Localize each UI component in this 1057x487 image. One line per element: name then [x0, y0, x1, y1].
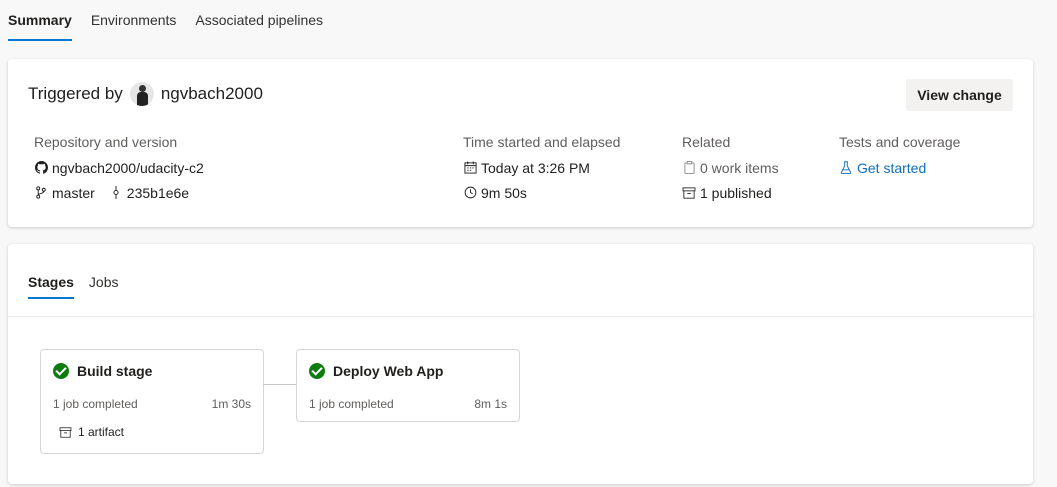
tests-section: Tests and coverage Get started [839, 134, 960, 184]
stage-build[interactable]: Build stage 1 job completed 1m 30s 1 art… [40, 349, 264, 454]
repository-name: ngvbach2000/udacity-c2 [52, 159, 204, 176]
work-items-count: 0 work items [700, 159, 779, 176]
view-change-button[interactable]: View change [906, 79, 1013, 111]
started-time: Today at 3:26 PM [481, 159, 590, 176]
success-check-icon [53, 363, 69, 379]
avatar[interactable] [129, 82, 154, 106]
branch-icon [34, 186, 48, 200]
tab-summary[interactable]: Summary [8, 0, 72, 42]
tab-associated-pipelines[interactable]: Associated pipelines [195, 0, 323, 42]
stage-deploy-web-app[interactable]: Deploy Web App 1 job completed 8m 1s [296, 349, 520, 422]
commit-id[interactable]: 235b1e6e [127, 185, 189, 201]
repository-header: Repository and version [34, 134, 178, 150]
stage-title: Build stage [53, 363, 152, 379]
flask-icon [839, 161, 853, 175]
elapsed-row: 9m 50s [463, 184, 620, 201]
stage-name: Deploy Web App [333, 363, 444, 379]
tests-header: Tests and coverage [839, 134, 961, 150]
stage-name: Build stage [77, 363, 153, 379]
triggered-by-label: Triggered by [28, 84, 123, 103]
stage-title: Deploy Web App [309, 363, 443, 379]
top-tabs: Summary Environments Associated pipeline… [8, 0, 342, 44]
tab-environments[interactable]: Environments [91, 0, 177, 42]
related-header: Related [682, 134, 731, 150]
divider [8, 316, 1033, 317]
repository-row[interactable]: ngvbach2000/udacity-c2 [34, 159, 204, 176]
stage-tabs: Stages Jobs [28, 274, 134, 299]
stage-artifact[interactable]: 1 artifact [59, 425, 124, 439]
get-started-link[interactable]: Get started [857, 160, 926, 176]
branch-name[interactable]: master [52, 185, 95, 201]
published-row[interactable]: 1 published [682, 184, 779, 201]
related-section: Related 0 work items 1 published [682, 134, 779, 209]
stage-connector [263, 384, 296, 385]
get-started-row[interactable]: Get started [839, 159, 960, 176]
github-icon [34, 161, 48, 175]
summary-card: Triggered by ngvbach2000 View change Rep… [8, 59, 1033, 227]
time-header: Time started and elapsed [463, 134, 621, 150]
stages-card: Stages Jobs Build stage 1 job completed … [8, 244, 1033, 484]
version-row: master 235b1e6e [34, 184, 204, 201]
success-check-icon [309, 363, 325, 379]
stage-jobs-status: 1 job completed [309, 397, 394, 411]
published-count: 1 published [700, 184, 772, 201]
tab-stages[interactable]: Stages [28, 274, 74, 299]
clock-icon [463, 186, 477, 200]
time-section: Time started and elapsed Today at 3:26 P… [463, 134, 620, 209]
clipboard-icon [682, 161, 696, 175]
stage-jobs-status: 1 job completed [53, 397, 138, 411]
stage-duration: 8m 1s [474, 397, 507, 411]
triggered-by: Triggered by ngvbach2000 [28, 82, 263, 106]
commit-icon [109, 186, 123, 200]
elapsed-time: 9m 50s [481, 184, 527, 201]
artifact-icon [59, 426, 72, 438]
triggered-by-user[interactable]: ngvbach2000 [161, 84, 263, 104]
artifact-icon [682, 186, 696, 200]
work-items-row: 0 work items [682, 159, 779, 176]
artifact-count: 1 artifact [78, 425, 125, 439]
tab-jobs[interactable]: Jobs [89, 274, 119, 299]
calendar-icon [463, 161, 477, 175]
stage-duration: 1m 30s [211, 397, 251, 411]
started-row: Today at 3:26 PM [463, 159, 620, 176]
repository-section: Repository and version ngvbach2000/udaci… [34, 134, 204, 209]
